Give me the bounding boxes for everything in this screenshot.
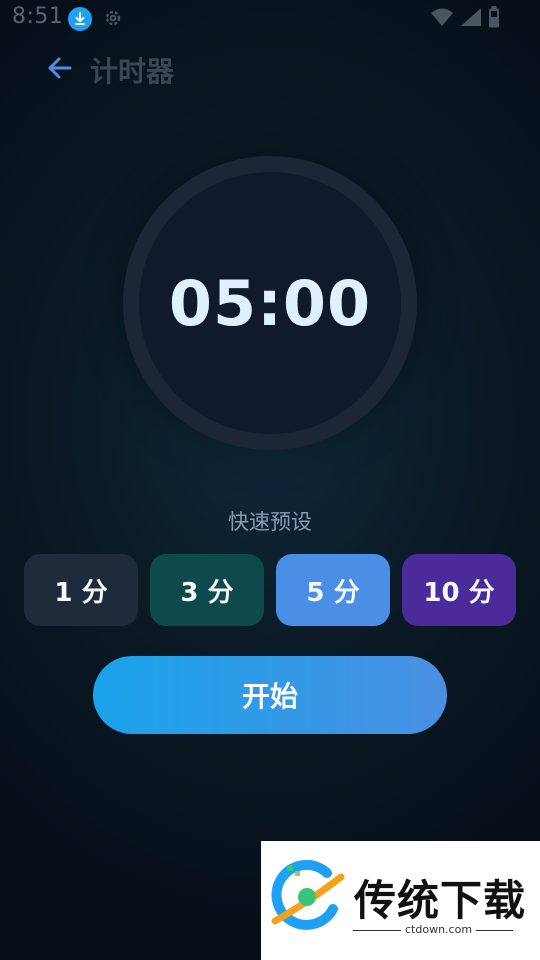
ctdown-logo-icon (269, 859, 347, 937)
watermark-url: ctdown.com (401, 923, 477, 936)
preset-10-min-button[interactable]: 10 分 (402, 554, 516, 626)
preset-5-min-button[interactable]: 5 分 (276, 554, 390, 626)
battery-icon (488, 6, 500, 28)
signal-icon (460, 7, 482, 27)
download-icon (68, 7, 92, 31)
preset-label: 快速预设 (228, 510, 312, 534)
wifi-icon (430, 7, 454, 27)
watermark: 传统下载 ctdown.com (261, 841, 540, 960)
gear-icon (103, 8, 123, 28)
app-header: 计时器 (0, 40, 540, 96)
page-title: 计时器 (90, 55, 175, 88)
status-icons (430, 6, 500, 28)
status-bar: 8:51 (0, 0, 540, 36)
timer-display: 05:00 (168, 266, 372, 340)
start-button[interactable]: 开始 (93, 656, 447, 734)
watermark-brand: 传统下载 (354, 876, 527, 925)
status-time: 8:51 (12, 4, 64, 29)
preset-3-min-button[interactable]: 3 分 (150, 554, 264, 626)
preset-buttons: 1 分 3 分 5 分 10 分 (24, 554, 516, 626)
timer-ring: 05:00 (123, 156, 417, 450)
back-arrow-icon[interactable] (44, 52, 76, 84)
preset-1-min-button[interactable]: 1 分 (24, 554, 138, 626)
